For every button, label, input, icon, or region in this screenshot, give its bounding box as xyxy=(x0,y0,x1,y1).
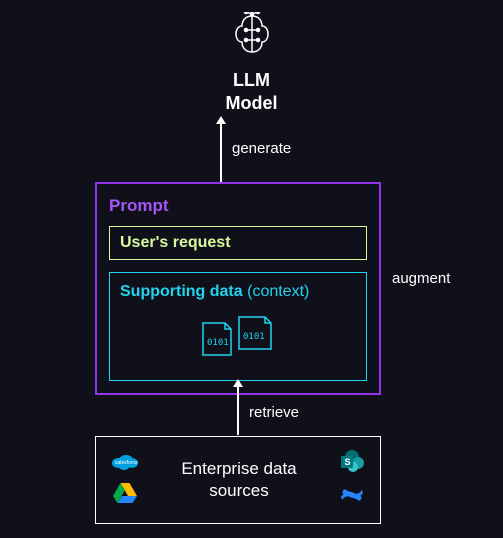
data-files-icons: 0101 0101 xyxy=(120,313,356,364)
prompt-title: Prompt xyxy=(109,196,367,216)
sharepoint-icon: S xyxy=(338,449,366,478)
llm-title-line1: LLM xyxy=(0,69,503,92)
user-request-box: User's request xyxy=(109,226,367,260)
generate-arrow xyxy=(220,122,222,182)
svg-text:salesforce: salesforce xyxy=(115,460,138,466)
user-request-text: User's request xyxy=(120,234,356,252)
supporting-data-title: Supporting data (context) xyxy=(120,283,356,301)
enterprise-title-line2: sources xyxy=(181,480,296,502)
svg-text:0101: 0101 xyxy=(207,338,229,348)
supporting-data-box: Supporting data (context) 0101 0101 xyxy=(109,272,367,381)
salesforce-icon: salesforce xyxy=(110,451,140,476)
binary-files-icon: 0101 0101 xyxy=(197,313,279,359)
enterprise-icons-right: S xyxy=(338,449,366,511)
llm-model-section: LLM Model xyxy=(0,12,503,116)
prompt-box: Prompt User's request Supporting data (c… xyxy=(95,182,381,395)
enterprise-title: Enterprise data sources xyxy=(181,458,296,502)
enterprise-data-sources-box: salesforce Enterprise data sources xyxy=(95,436,381,524)
google-drive-icon xyxy=(112,482,138,509)
llm-title: LLM Model xyxy=(0,69,503,116)
augment-label: augment xyxy=(392,270,450,287)
supporting-data-bold: Supporting data xyxy=(120,283,243,300)
enterprise-icons-left: salesforce xyxy=(110,451,140,509)
supporting-data-thin: (context) xyxy=(247,283,309,300)
retrieve-label: retrieve xyxy=(249,404,299,421)
confluence-icon xyxy=(340,484,364,511)
brain-circuit-icon xyxy=(228,12,276,63)
retrieve-arrow xyxy=(237,385,239,435)
llm-title-line2: Model xyxy=(0,92,503,115)
generate-label: generate xyxy=(232,140,291,157)
svg-text:S: S xyxy=(344,457,350,467)
rag-architecture-diagram: LLM Model generate Prompt User's request… xyxy=(0,0,503,538)
enterprise-title-line1: Enterprise data xyxy=(181,458,296,480)
svg-text:0101: 0101 xyxy=(243,332,265,342)
